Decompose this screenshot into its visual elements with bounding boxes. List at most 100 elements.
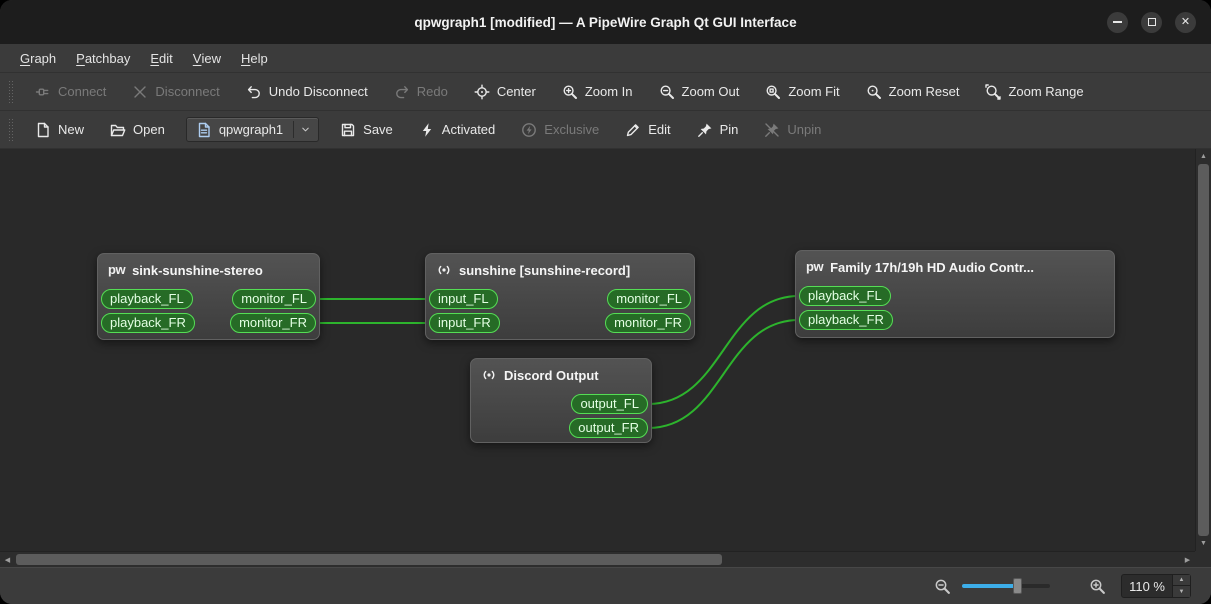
undo-icon: [246, 84, 262, 100]
menu-graph[interactable]: Graph: [10, 44, 66, 72]
node-family-audio[interactable]: pw Family 17h/19h HD Audio Contr... playba…: [795, 250, 1115, 338]
toolbar-patchbay-button-exclusive: Exclusive: [512, 116, 608, 144]
menu-help[interactable]: Help: [231, 44, 278, 72]
port-input_FL[interactable]: input_FL: [429, 289, 498, 309]
port-playback_FL[interactable]: playback_FL: [101, 289, 193, 309]
toolbar-graph-button-connect: Connect: [26, 78, 115, 106]
toolbar-patchbay-handle[interactable]: [8, 118, 14, 141]
scroll-up-arrow-icon[interactable]: ▲: [1196, 149, 1211, 164]
button-label: Edit: [648, 122, 671, 137]
node-header: sunshine [sunshine-record]: [426, 254, 694, 284]
toolbar-patchbay-button-edit[interactable]: Edit: [616, 116, 679, 144]
toolbar-graph-button-zoom-range[interactable]: Zoom Range: [976, 78, 1092, 106]
window-controls: ✕: [1107, 11, 1196, 33]
titlebar: qpwgraph1 [modified] — A PipeWire Graph …: [0, 0, 1211, 44]
pipewire-icon: pw: [806, 259, 824, 274]
toolbar-graph-button-center[interactable]: Center: [465, 78, 545, 106]
button-label: Center: [496, 84, 536, 99]
toolbar-graph-button-zoom-reset[interactable]: Zoom Reset: [857, 78, 969, 106]
maximize-icon: [1147, 18, 1156, 26]
button-label: Zoom Fit: [788, 84, 840, 99]
close-icon: ✕: [1180, 15, 1191, 28]
button-label: Zoom Reset: [888, 84, 960, 99]
node-sunshine[interactable]: sunshine [sunshine-record] input_FL monito…: [425, 253, 695, 340]
horizontal-scrollbar[interactable]: ◀ ▶: [0, 551, 1195, 567]
zoom-spinbox[interactable]: 110 % ▲ ▼: [1121, 574, 1191, 598]
port-output_FR[interactable]: output_FR: [569, 418, 648, 438]
maximize-button[interactable]: [1141, 11, 1162, 33]
toolbar-patchbay-button-unpin: Unpin: [755, 116, 830, 144]
toolbar-patchbay-button-save[interactable]: Save: [331, 116, 402, 144]
toolbar-patchbay-button-new[interactable]: New: [26, 116, 93, 144]
scroll-right-arrow-icon[interactable]: ▶: [1180, 552, 1195, 567]
redo-icon: [394, 84, 410, 100]
node-discord-output[interactable]: Discord Output output_FL output_FR: [470, 358, 652, 443]
horizontal-scrollbar-thumb[interactable]: [16, 554, 722, 565]
port-playback_FL[interactable]: playback_FL: [799, 286, 891, 306]
zoom-fit-icon: [765, 84, 781, 100]
scrollbar-corner: [1195, 551, 1211, 567]
scroll-left-arrow-icon[interactable]: ◀: [0, 552, 15, 567]
vertical-scrollbar[interactable]: ▲ ▼: [1195, 149, 1211, 551]
menu-view[interactable]: View: [183, 44, 231, 72]
connect-icon: [35, 84, 51, 100]
spinbox-arrows: ▲ ▼: [1172, 575, 1190, 597]
node-title: Discord Output: [504, 367, 599, 383]
menu-edit[interactable]: Edit: [140, 44, 182, 72]
node-header: pw Family 17h/19h HD Audio Contr...: [796, 251, 1114, 281]
node-header: Discord Output: [471, 359, 651, 389]
button-label: Open: [133, 122, 165, 137]
button-label: Zoom Range: [1008, 84, 1084, 99]
pin-icon: [697, 122, 713, 138]
node-ports: playback_FL monitor_FL playback_FR monitor_…: [98, 284, 319, 333]
button-label: Unpin: [787, 122, 822, 137]
patchbay-select-value: qpwgraph1: [218, 122, 284, 137]
spin-down-icon[interactable]: ▼: [1173, 586, 1190, 597]
port-playback_FR[interactable]: playback_FR: [101, 313, 195, 333]
patchbay-select[interactable]: qpwgraph1: [185, 117, 320, 142]
pencil-icon: [625, 122, 641, 138]
zoom-in-icon[interactable]: [1089, 578, 1106, 595]
port-monitor_FL[interactable]: monitor_FL: [607, 289, 691, 309]
button-label: Disconnect: [155, 84, 220, 99]
port-monitor_FR[interactable]: monitor_FR: [605, 313, 691, 333]
toolbar-graph-handle[interactable]: [8, 80, 14, 103]
toolbar-patchbay-button-open[interactable]: Open: [101, 116, 174, 144]
port-monitor_FL[interactable]: monitor_FL: [232, 289, 316, 309]
scroll-down-arrow-icon[interactable]: ▼: [1196, 536, 1211, 551]
node-header: pw sink-sunshine-stereo: [98, 254, 319, 284]
center-icon: [474, 84, 490, 100]
toolbar-graph-button-zoom-fit[interactable]: Zoom Fit: [756, 78, 848, 106]
node-title: Family 17h/19h HD Audio Contr...: [830, 259, 1034, 275]
port-output_FL[interactable]: output_FL: [571, 394, 648, 414]
toolbar-graph-button-undo-disconnect[interactable]: Undo Disconnect: [237, 78, 377, 106]
menu-patchbay[interactable]: Patchbay: [66, 44, 140, 72]
zoom-slider[interactable]: [962, 576, 1051, 596]
zoom-slider-handle[interactable]: [1012, 578, 1022, 594]
port-playback_FR[interactable]: playback_FR: [799, 310, 893, 330]
unpin-icon: [764, 122, 780, 138]
spin-up-icon[interactable]: ▲: [1173, 575, 1190, 586]
app-window: qpwgraph1 [modified] — A PipeWire Graph …: [0, 0, 1211, 604]
graph-canvas[interactable]: pw sink-sunshine-stereo playback_FL monitor…: [0, 149, 1211, 567]
button-label: Undo Disconnect: [268, 84, 368, 99]
close-button[interactable]: ✕: [1175, 11, 1196, 33]
toolbar-graph-button-zoom-in[interactable]: Zoom In: [553, 78, 642, 106]
minimize-button[interactable]: [1107, 11, 1128, 33]
zoom-reset-icon: [866, 84, 882, 100]
toolbar-patchbay: New Open qpwgraph1 Save Activated Exclusive Ed…: [0, 111, 1211, 149]
zoom-slider-fill: [962, 584, 1017, 588]
zoom-out-icon[interactable]: [934, 578, 951, 595]
toolbar-graph-button-zoom-out[interactable]: Zoom Out: [650, 78, 749, 106]
port-input_FR[interactable]: input_FR: [429, 313, 500, 333]
zoom-value[interactable]: 110 %: [1122, 579, 1172, 594]
toolbar-graph-button-disconnect: Disconnect: [123, 78, 228, 106]
button-label: Pin: [719, 122, 739, 137]
vertical-scrollbar-thumb[interactable]: [1198, 164, 1209, 536]
toolbar-patchbay-button-activated[interactable]: Activated: [410, 116, 504, 144]
chevron-down-icon: [293, 121, 314, 138]
save-icon: [340, 122, 356, 138]
toolbar-patchbay-button-pin[interactable]: Pin: [688, 116, 748, 144]
node-sink-sunshine-stereo[interactable]: pw sink-sunshine-stereo playback_FL monitor…: [97, 253, 320, 340]
port-monitor_FR[interactable]: monitor_FR: [230, 313, 316, 333]
